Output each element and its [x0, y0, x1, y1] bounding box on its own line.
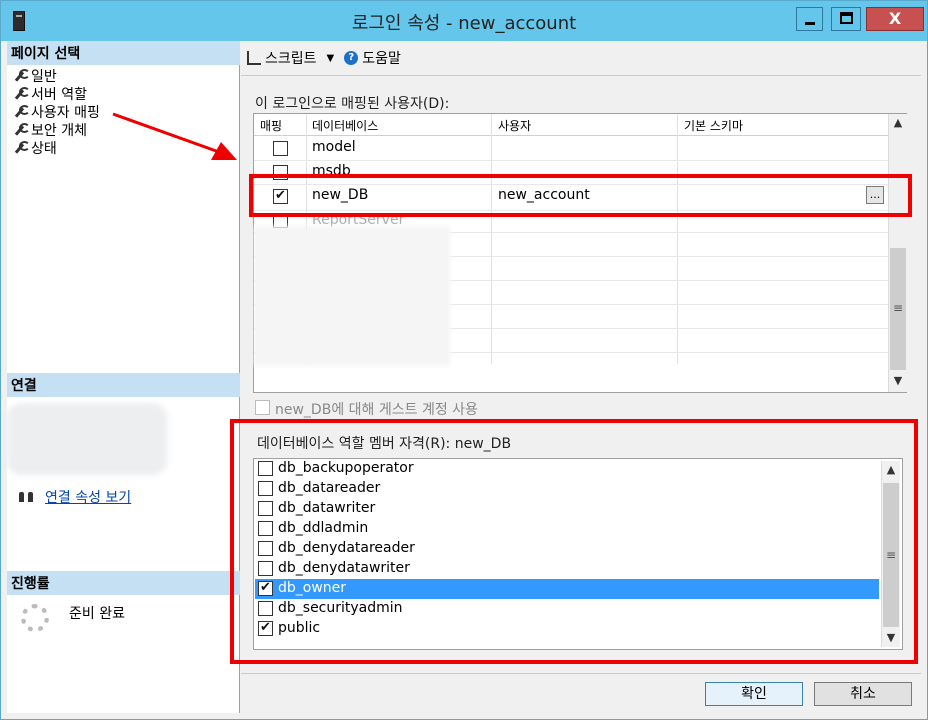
title-bar[interactable]: 로그인 속성 - new_account X — [1, 1, 927, 41]
toolbar: 스크립트 ▼ ? 도움말 — [247, 47, 401, 69]
ok-button[interactable]: 확인 — [705, 682, 803, 706]
scroll-down-icon[interactable]: ▼ — [889, 372, 907, 390]
wrench-icon — [13, 69, 30, 83]
minimize-icon — [805, 22, 815, 25]
script-button[interactable]: 스크립트 — [265, 48, 317, 68]
progress-header: 진행률 — [7, 571, 240, 595]
annotation-highlight-role-section — [230, 419, 918, 664]
progress-spinner-icon — [21, 604, 49, 632]
guest-account-checkbox[interactable] — [255, 400, 270, 415]
redacted-rows — [254, 226, 450, 366]
nav-item-label: 보안 개체 — [31, 123, 87, 139]
login-properties-window: 로그인 속성 - new_account X 페이지 선택 일반 서버 역할 사… — [0, 0, 928, 720]
column-header-user[interactable]: 사용자 — [498, 117, 531, 134]
user-mapping-grid: 매핑 데이터베이스 사용자 기본 스키마 model msdb new_DB n… — [253, 113, 907, 393]
nav-item-securables[interactable]: 보안 개체 — [13, 121, 87, 139]
footer-divider — [241, 673, 921, 674]
connection-icon — [17, 490, 37, 504]
view-connection-properties-link[interactable]: 연결 속성 보기 — [45, 487, 131, 507]
guest-account-label: new_DB에 대해 게스트 계정 사용 — [275, 402, 478, 418]
chevron-down-icon[interactable]: ▼ — [327, 53, 335, 64]
column-header-database[interactable]: 데이터베이스 — [312, 117, 378, 134]
nav-item-status[interactable]: 상태 — [13, 139, 57, 157]
connection-header: 연결 — [7, 373, 240, 397]
maximize-icon — [840, 12, 853, 24]
scroll-up-icon[interactable]: ▲ — [889, 114, 907, 132]
column-header-schema[interactable]: 기본 스키마 — [684, 117, 743, 134]
close-button[interactable]: X — [866, 7, 924, 31]
nav-item-label: 서버 역할 — [31, 87, 87, 103]
grid-scrollbar[interactable]: ▲ ≡ ▼ — [888, 114, 907, 392]
annotation-highlight-mapping-row — [249, 174, 912, 217]
nav-item-label: 상태 — [31, 141, 57, 157]
script-icon — [247, 51, 261, 65]
nav-item-label: 일반 — [31, 69, 57, 85]
progress-status: 준비 완료 — [69, 606, 125, 622]
maximize-button[interactable] — [831, 7, 861, 31]
help-icon[interactable]: ? — [344, 51, 359, 65]
minimize-button[interactable] — [796, 7, 823, 31]
scroll-grip-icon: ≡ — [893, 301, 904, 315]
mapped-users-label: 이 로그인으로 매핑된 사용자(D): — [255, 96, 450, 112]
nav-item-general[interactable]: 일반 — [13, 67, 57, 85]
page-select-header: 페이지 선택 — [7, 41, 240, 65]
redacted-connection-info — [7, 403, 167, 475]
wrench-icon — [13, 123, 30, 137]
wrench-icon — [13, 87, 30, 101]
mapping-checkbox-model[interactable] — [273, 141, 288, 156]
cancel-button[interactable]: 취소 — [814, 682, 912, 706]
nav-item-label: 사용자 매핑 — [31, 105, 100, 121]
wrench-icon — [13, 105, 30, 119]
grid-divider — [491, 114, 492, 364]
grid-cell-database[interactable]: model — [312, 139, 356, 155]
nav-item-user-mapping[interactable]: 사용자 매핑 — [13, 103, 100, 121]
nav-item-server-roles[interactable]: 서버 역할 — [13, 85, 87, 103]
help-button[interactable]: 도움말 — [362, 48, 401, 68]
annotation-arrow-icon — [112, 112, 237, 160]
window-title: 로그인 속성 - new_account — [351, 13, 577, 34]
grid-header: 매핑 데이터베이스 사용자 기본 스키마 — [254, 114, 888, 136]
grid-divider — [677, 114, 678, 364]
toolbar-divider — [241, 75, 921, 76]
wrench-icon — [13, 141, 30, 155]
column-header-map[interactable]: 매핑 — [260, 117, 282, 134]
connection-properties-link[interactable]: 연결 속성 보기 — [17, 487, 131, 507]
row-divider — [254, 160, 888, 161]
